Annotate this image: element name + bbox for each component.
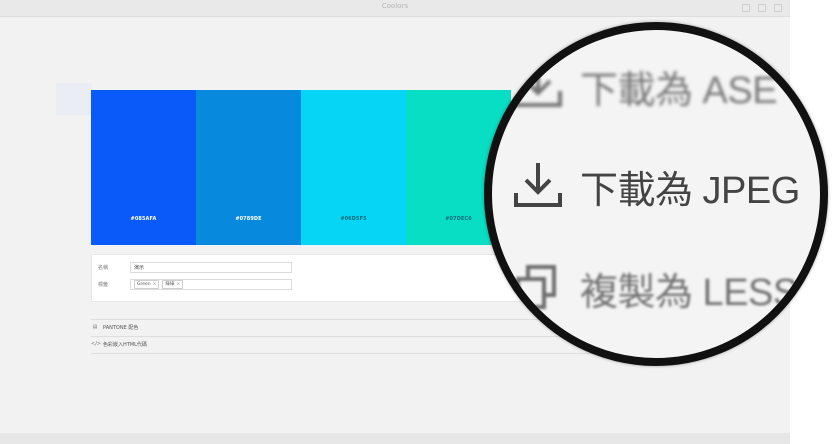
menu-item-label: 複製為 LESS [580,271,798,314]
magnifier-lens: 下載為 ASE 下載為 JPEG 複製為 LESS [484,22,828,366]
pantone-label: PANTONE 配色 [103,324,139,331]
swatch-hex-label: #085AFA [130,216,157,222]
color-swatch[interactable]: #06D5F5 [301,90,406,245]
status-bar [0,433,790,444]
tag-chip[interactable]: Green × [134,279,160,289]
name-input[interactable]: 演示 [130,261,292,273]
name-value: 演示 [134,264,145,271]
close-button[interactable] [774,4,782,12]
menu-item-copy-less[interactable]: 複製為 LESS [510,258,798,318]
menu-item-label: 下載為 JPEG [580,169,800,212]
tags-input[interactable]: Green × 綠綠 × [130,278,292,290]
remove-tag-icon[interactable]: × [176,282,180,287]
side-panel-tab[interactable] [56,83,92,115]
pantone-row[interactable]: ▤ PANTONE 配色 [91,321,139,333]
download-icon [510,61,566,111]
copy-icon [510,263,566,313]
menu-item-download-ase[interactable]: 下載為 ASE [510,56,778,116]
name-label: 名稱 [98,264,109,271]
window-title: Coolors [381,2,409,10]
maximize-button[interactable] [758,4,766,12]
menu-item-label: 下載為 ASE [580,69,778,112]
menu-item-download-jpeg[interactable]: 下載為 JPEG [510,156,800,216]
color-swatch[interactable]: #085AFA [91,90,196,245]
title-bar: Coolors [0,0,790,17]
embed-code-row[interactable]: </> 色彩嵌入HTML代碼 [91,338,147,350]
tags-label: 標籤 [98,281,109,288]
code-icon: </> [91,341,102,347]
swatch-hex-label: #06D5F5 [340,216,367,222]
tag-label: 綠綠 [165,282,175,287]
minimize-button[interactable] [742,4,750,12]
embed-code-label: 色彩嵌入HTML代碼 [103,341,147,348]
swatch-hex-label: #0789DE [235,216,262,222]
color-swatch[interactable]: #0789DE [196,90,301,245]
tag-chip[interactable]: 綠綠 × [162,279,184,289]
download-icon [510,161,566,211]
remove-tag-icon[interactable]: × [153,282,157,287]
tag-label: Green [137,281,151,287]
pantone-icon: ▤ [92,324,98,330]
